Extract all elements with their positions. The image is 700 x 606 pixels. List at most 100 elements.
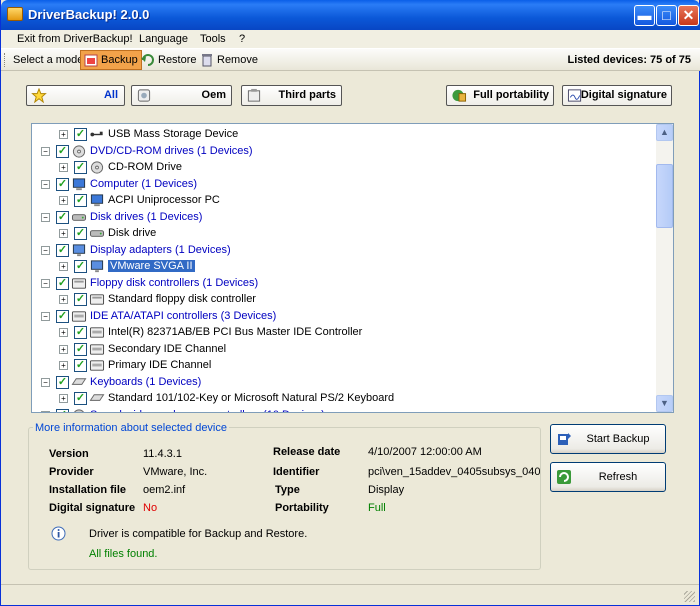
device-tree[interactable]: + ✓ USB Mass Storage Device − ✓ DVD/CD-ROM dr… xyxy=(31,123,674,413)
close-button[interactable]: ✕ xyxy=(678,5,699,26)
expand-toggle[interactable]: + xyxy=(59,394,68,403)
device-checkbox[interactable]: ✓ xyxy=(74,260,87,273)
tree-category-row[interactable]: − ✓ Computer (1 Devices) xyxy=(32,176,657,193)
collapse-toggle[interactable]: − xyxy=(41,212,50,222)
device-checkbox[interactable]: ✓ xyxy=(56,309,69,323)
device-checkbox[interactable]: ✓ xyxy=(74,227,87,240)
tree-device-row[interactable]: + ✓ USB Mass Storage Device xyxy=(32,126,657,143)
usb-icon xyxy=(90,131,103,137)
scroll-up-button[interactable]: ▲ xyxy=(656,124,673,141)
portability-value: Full xyxy=(368,502,386,514)
expand-toggle[interactable]: + xyxy=(59,196,68,205)
device-checkbox[interactable]: ✓ xyxy=(74,392,87,405)
collapse-toggle[interactable]: − xyxy=(41,245,50,255)
status-bar xyxy=(1,584,699,605)
device-checkbox[interactable]: ✓ xyxy=(74,293,87,306)
tree-category-row[interactable]: − ✓ Keyboards (1 Devices) xyxy=(32,374,657,391)
disk-icon xyxy=(89,230,105,237)
device-checkbox[interactable]: ✓ xyxy=(56,408,69,412)
tree-device-row[interactable]: + ✓ Standard 101/102-Key or Microsoft Natu… xyxy=(32,390,657,407)
mode-restore-button[interactable]: Restore xyxy=(137,50,201,70)
filter-third-parts-button[interactable]: Third parts xyxy=(241,85,342,106)
collapse-toggle[interactable]: − xyxy=(41,311,50,321)
device-checkbox[interactable]: ✓ xyxy=(56,144,69,158)
installation-file-value: oem2.inf xyxy=(143,484,186,496)
tree-device-row[interactable]: + ✓ Standard floppy disk controller xyxy=(32,291,657,308)
device-checkbox[interactable]: ✓ xyxy=(56,375,69,389)
menu-tools[interactable]: Tools xyxy=(200,33,226,45)
collapse-toggle[interactable]: − xyxy=(41,410,50,412)
collapse-toggle[interactable]: − xyxy=(41,377,50,387)
expand-toggle[interactable]: + xyxy=(59,344,68,354)
close-icon: ✕ xyxy=(682,7,695,23)
scroll-thumb[interactable] xyxy=(656,164,673,228)
title-bar[interactable]: DriverBackup! 2.0.0 ▬ □ ✕ xyxy=(1,0,700,30)
start-backup-button[interactable]: Start Backup xyxy=(550,424,666,454)
app-icon xyxy=(7,7,23,21)
tree-scrollbar[interactable]: ▲ ▼ xyxy=(656,124,673,412)
maximize-button[interactable]: □ xyxy=(656,5,677,26)
resize-grip[interactable] xyxy=(684,591,695,602)
tree-category-row[interactable]: − ✓ Sound, video and game controllers (10 … xyxy=(32,407,657,413)
expand-toggle[interactable]: + xyxy=(59,229,68,238)
identifier-label: Identifier xyxy=(273,466,320,478)
ide-icon xyxy=(89,343,105,355)
tree-device-row[interactable]: + ✓ ACPI Uniprocessor PC xyxy=(32,192,657,209)
tree-category-row[interactable]: − ✓ DVD/CD-ROM drives (1 Devices) xyxy=(32,143,657,160)
mode-remove-button[interactable]: Remove xyxy=(196,50,262,70)
expand-toggle[interactable]: + xyxy=(59,361,68,370)
tree-category-row[interactable]: − ✓ Floppy disk controllers (1 Devices) xyxy=(32,275,657,292)
device-label: Standard floppy disk controller xyxy=(108,293,256,305)
device-checkbox[interactable]: ✓ xyxy=(56,243,69,257)
tree-device-row[interactable]: + ✓ Secondary IDE Channel xyxy=(32,341,657,358)
category-label: DVD/CD-ROM drives (1 Devices) xyxy=(90,144,253,157)
device-checkbox[interactable]: ✓ xyxy=(74,359,87,372)
device-checkbox[interactable]: ✓ xyxy=(74,342,87,356)
provider-value: VMware, Inc. xyxy=(143,466,208,478)
collapse-toggle[interactable]: − xyxy=(41,278,50,288)
device-checkbox[interactable]: ✓ xyxy=(74,326,87,339)
minimize-button[interactable]: ▬ xyxy=(634,5,655,26)
refresh-button[interactable]: Refresh xyxy=(550,462,666,492)
expand-toggle[interactable]: + xyxy=(59,130,68,139)
tree-device-row[interactable]: + ✓ Intel(R) 82371AB/EB PCI Bus Master IDE… xyxy=(32,324,657,341)
filter-digital-signature-button[interactable]: Digital signature xyxy=(562,85,672,106)
tree-category-row[interactable]: − ✓ Disk drives (1 Devices) xyxy=(32,209,657,226)
tree-device-row[interactable]: + ✓ Primary IDE Channel xyxy=(32,357,657,374)
mode-backup-button[interactable]: Backup xyxy=(80,50,142,70)
device-checkbox[interactable]: ✓ xyxy=(56,276,69,290)
collapse-toggle[interactable]: − xyxy=(41,179,50,189)
tree-device-row[interactable]: + ✓ VMware SVGA II xyxy=(32,258,657,275)
filter-oem-button[interactable]: Oem xyxy=(131,85,232,106)
tree-category-row[interactable]: − ✓ IDE ATA/ATAPI controllers (3 Devices) xyxy=(32,308,657,325)
computer-icon xyxy=(90,194,104,207)
listed-devices-count: Listed devices: 75 of 75 xyxy=(567,54,692,66)
menu-help[interactable]: ? xyxy=(239,33,245,45)
toolbar-grip[interactable] xyxy=(4,53,7,67)
expand-toggle[interactable]: + xyxy=(59,163,68,172)
installation-file-label: Installation file xyxy=(49,484,127,496)
device-checkbox[interactable]: ✓ xyxy=(74,128,87,141)
tree-category-row[interactable]: − ✓ Display adapters (1 Devices) xyxy=(32,242,657,259)
portability-label: Portability xyxy=(275,502,329,514)
filter-full-portability-button[interactable]: Full portability xyxy=(446,85,554,106)
files-found-note: All files found. xyxy=(89,548,158,560)
expand-toggle[interactable]: + xyxy=(59,262,68,271)
expand-toggle[interactable]: + xyxy=(59,295,68,304)
device-label: VMware SVGA II xyxy=(108,260,195,272)
device-checkbox[interactable]: ✓ xyxy=(74,161,87,174)
expand-toggle[interactable]: + xyxy=(59,328,68,337)
scroll-down-button[interactable]: ▼ xyxy=(656,395,673,412)
menu-exit[interactable]: Exit from DriverBackup! xyxy=(17,33,133,45)
collapse-toggle[interactable]: − xyxy=(41,146,50,156)
tree-device-row[interactable]: + ✓ Disk drive xyxy=(32,225,657,242)
sound-icon xyxy=(73,408,85,412)
filter-all-button[interactable]: All xyxy=(26,85,125,106)
category-label: Sound, video and game controllers (10 De… xyxy=(90,409,325,413)
device-checkbox[interactable]: ✓ xyxy=(56,210,69,224)
device-checkbox[interactable]: ✓ xyxy=(56,177,69,191)
menu-language[interactable]: Language xyxy=(139,33,188,45)
category-label: Keyboards (1 Devices) xyxy=(90,375,202,388)
tree-device-row[interactable]: + ✓ CD-ROM Drive xyxy=(32,159,657,176)
device-checkbox[interactable]: ✓ xyxy=(74,194,87,207)
